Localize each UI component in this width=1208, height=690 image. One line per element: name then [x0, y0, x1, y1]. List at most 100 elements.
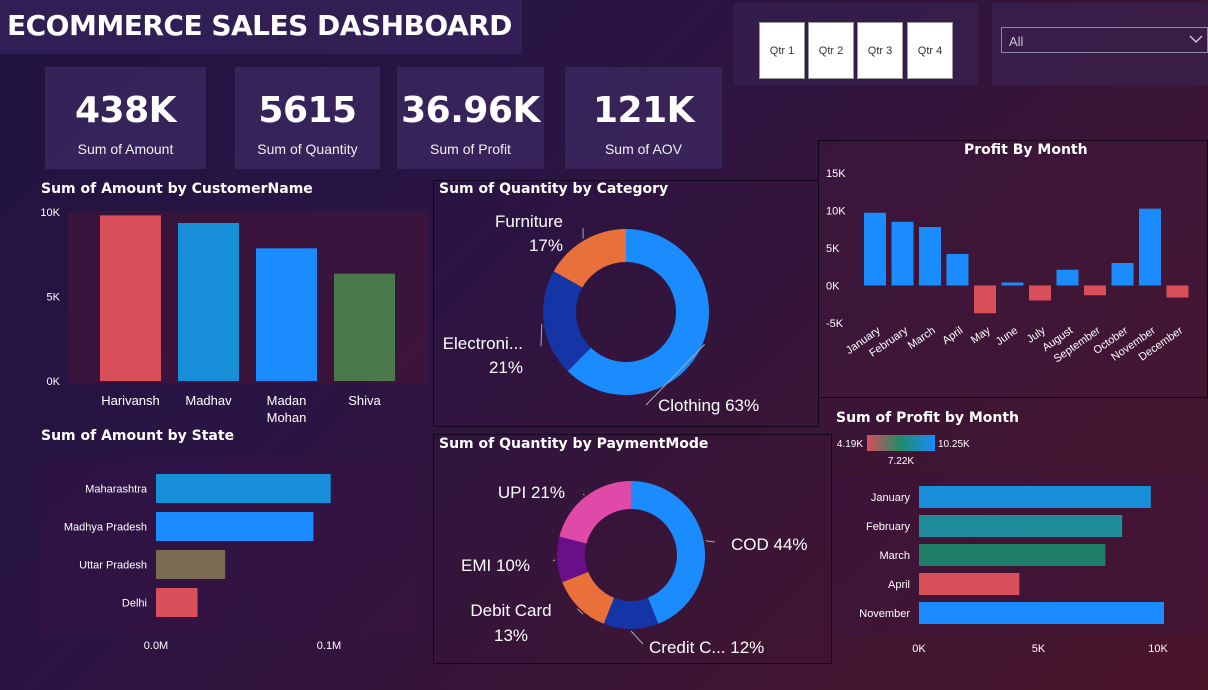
chevron-down-icon — [1189, 35, 1203, 44]
bar — [156, 550, 226, 579]
legend-max-label: 10.25K — [938, 439, 970, 450]
leader-line — [552, 559, 556, 562]
amount-by-customer-chart: 0K 5K 10K Harivansh Madhav Madan Mohan Shiva — [40, 207, 395, 425]
x-tick-label: 0.0M — [144, 640, 168, 652]
quantity-by-payment-donut: COD 44% Credit C... 12% Debit Card 13% EMI 1… — [461, 481, 808, 657]
quarter-button-4[interactable]: Qtr 4 — [907, 22, 953, 79]
bar — [1166, 285, 1189, 298]
x-tick-label: 5K — [1032, 643, 1046, 655]
y-tick-label: Maharashtra — [85, 484, 148, 496]
slice-label: Furniture — [495, 212, 563, 231]
chart-title-profit-by-month: Profit By Month — [964, 142, 1088, 158]
x-tick-label: 10K — [1148, 643, 1168, 655]
donut-slice — [559, 481, 631, 544]
quarter-button-2[interactable]: Qtr 2 — [808, 22, 854, 79]
leader-line — [630, 630, 644, 645]
bar — [1139, 208, 1161, 286]
slice-label: 13% — [494, 626, 528, 645]
donut-slice — [562, 571, 615, 624]
bar — [864, 212, 886, 286]
kpi-label: Sum of Amount — [77, 141, 174, 157]
x-tick-label: 0K — [912, 643, 926, 655]
x-tick-label: May — [969, 324, 993, 346]
dashboard-title-bar: ECOMMERCE SALES DASHBOARD — [0, 0, 522, 54]
legend-min-label: 4.19K — [837, 439, 863, 450]
chart-title-amount-by-state: Sum of Amount by State — [41, 428, 235, 444]
quarter-button-3[interactable]: Qtr 3 — [857, 22, 903, 79]
quarter-slicer: Qtr 1 Qtr 2 Qtr 3 Qtr 4 — [734, 3, 978, 85]
kpi-value: 438K — [74, 90, 177, 131]
bar — [919, 486, 1151, 508]
bar — [919, 602, 1164, 624]
y-tick-label: Delhi — [122, 598, 147, 610]
x-tick-label: June — [994, 325, 1020, 349]
bar — [919, 544, 1106, 566]
bar — [100, 215, 161, 381]
kpi-value: 5615 — [258, 90, 357, 131]
y-tick-label: November — [859, 608, 910, 620]
kpi-label: Sum of Quantity — [257, 141, 358, 157]
bar — [156, 474, 331, 503]
x-tick-label: 0.1M — [317, 640, 341, 652]
bar — [1056, 269, 1079, 286]
bar — [156, 512, 314, 541]
kpi-card-profit: 36.96K Sum of Profit — [396, 66, 545, 170]
y-tick-label: 10K — [826, 206, 846, 218]
y-tick-label: 5K — [826, 243, 840, 255]
dashboard-title: ECOMMERCE SALES DASHBOARD — [7, 9, 512, 42]
kpi-card-quantity: 5615 Sum of Quantity — [234, 66, 381, 170]
x-tick-label: Harivansh — [101, 393, 160, 408]
legend-mid-label: 7.22K — [888, 456, 914, 467]
y-tick-label: Madhya Pradesh — [64, 522, 147, 534]
x-tick-label: March — [906, 325, 938, 352]
quantity-by-category-donut: Clothing 63% Electroni... 21% Furniture 17% — [443, 212, 759, 415]
bar — [256, 248, 317, 381]
bar — [974, 285, 996, 314]
chart-title-quantity-by-payment: Sum of Quantity by PaymentMode — [439, 436, 709, 452]
y-tick-label: 0K — [826, 281, 840, 293]
slice-label: COD 44% — [731, 535, 808, 554]
kpi-card-amount: 438K Sum of Amount — [44, 66, 207, 170]
kpi-label: Sum of Profit — [430, 141, 511, 157]
slice-label: Debit Card — [470, 601, 551, 620]
kpi-card-aov: 121K Sum of AOV — [564, 66, 723, 170]
sum-profit-by-month-chart: 4.19K 7.22K 10.25K January February March Apri… — [837, 435, 1168, 655]
leader-line — [705, 540, 716, 543]
y-tick-label: 0K — [47, 376, 61, 388]
bar — [1029, 285, 1051, 301]
bar — [946, 254, 969, 286]
x-tick-label: Shiva — [348, 393, 381, 408]
slice-label: EMI 10% — [461, 556, 530, 575]
y-tick-label: Uttar Pradesh — [79, 560, 147, 572]
color-scale-legend — [867, 435, 935, 451]
kpi-label: Sum of AOV — [604, 141, 683, 157]
slice-label: UPI 21% — [498, 483, 565, 502]
y-tick-label: January — [871, 492, 911, 504]
leader-line — [540, 323, 543, 347]
y-tick-label: -5K — [826, 318, 844, 330]
bar — [334, 273, 395, 381]
bar — [891, 221, 914, 286]
bar — [1111, 263, 1134, 286]
bar — [919, 573, 1020, 595]
leader-line — [582, 493, 585, 496]
quarter-button-1[interactable]: Qtr 1 — [759, 22, 805, 79]
chart-title-amount-by-customer: Sum of Amount by CustomerName — [41, 181, 313, 197]
slice-label: Electroni... — [443, 334, 523, 353]
kpi-value: 121K — [592, 90, 695, 131]
bar — [178, 222, 239, 381]
profit-by-month-chart: -5K0K5K10K15KJanuaryFebruaryMarch April Ma… — [826, 168, 1189, 365]
slice-label: 21% — [489, 358, 523, 377]
bar — [919, 227, 941, 286]
x-tick-label: April — [940, 325, 965, 347]
bar — [1084, 285, 1106, 296]
chart-title-quantity-by-category: Sum of Quantity by Category — [439, 181, 669, 197]
chart-title-sum-profit-by-month: Sum of Profit by Month — [836, 410, 1020, 426]
state-slicer: All — [992, 3, 1208, 85]
y-tick-label: 10K — [40, 207, 60, 219]
y-tick-label: 15K — [826, 168, 846, 180]
x-tick-label: Madan — [267, 393, 307, 408]
bar — [1001, 282, 1024, 286]
state-dropdown[interactable]: All — [1001, 27, 1208, 53]
y-tick-label: 5K — [47, 292, 61, 304]
